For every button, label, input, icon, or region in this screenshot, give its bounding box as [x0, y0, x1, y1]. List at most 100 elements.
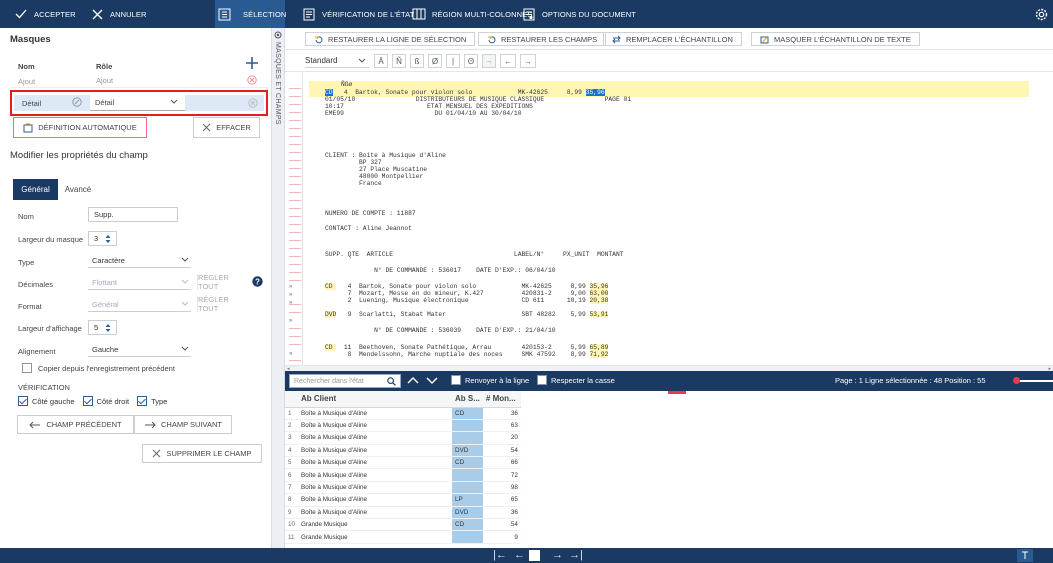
adjust-all-decimals-button[interactable]: RÉGLER TOUT — [197, 273, 249, 291]
match-case-checkbox[interactable]: Respecter la casse — [537, 375, 615, 385]
table-row[interactable]: 9 Boîte à Musique d'Aline DVD 36 — [285, 506, 521, 520]
report-line: 48000 Montpellier — [325, 173, 424, 180]
chevron-down-icon[interactable] — [426, 376, 438, 385]
symbol-button[interactable]: ß — [410, 54, 424, 68]
chevron-up-icon[interactable] — [407, 376, 419, 385]
arrow-right-button[interactable]: → — [520, 54, 536, 68]
multi-column-button[interactable]: RÉGION MULTI-COLONNES — [412, 0, 532, 28]
next-page-icon[interactable]: → — [552, 549, 563, 562]
stepper-arrows-icon[interactable] — [105, 323, 111, 333]
arrow-right-icon — [144, 421, 156, 429]
tab-general[interactable]: Général — [13, 179, 58, 200]
selection-button[interactable]: SÉLECTION — [215, 0, 286, 28]
pin-button[interactable] — [1017, 549, 1033, 562]
table-cell-client: Boîte à Musique d'Aline — [298, 407, 453, 420]
position-slider[interactable] — [1017, 380, 1053, 382]
table-row[interactable]: 7 Boîte à Musique d'Aline 98 — [285, 481, 521, 495]
table-row[interactable]: 8 Boîte à Musique d'Aline LP 65 — [285, 493, 521, 507]
col-client[interactable]: Ab Client — [298, 391, 453, 408]
first-page-icon[interactable]: |← — [493, 549, 507, 562]
report-view[interactable]: » » » » » Ñßø CD 4 Bartok, Sonate pour v… — [285, 72, 1053, 368]
wrap-checkbox[interactable]: Renvoyer à la ligne — [451, 375, 529, 385]
prev-page-icon[interactable]: ← — [514, 549, 525, 562]
accept-button[interactable]: ACCEPTER — [14, 0, 76, 28]
help-icon[interactable]: ? — [252, 276, 263, 287]
masks-fields-vertical-tab[interactable]: MASQUES ET CHAMPS — [271, 28, 285, 548]
table-row[interactable]: 5 Boîte à Musique d'Aline CD 66 — [285, 456, 521, 470]
page-number-input[interactable] — [529, 550, 540, 561]
next-field-button[interactable]: CHAMP SUIVANT — [134, 415, 232, 434]
format-toolbar: Standard Ā Ñ ß Ø | Θ ¬ ← → — [285, 50, 1053, 72]
hide-sample-text-button[interactable]: MASQUER L'ÉCHANTILLON DE TEXTE — [751, 32, 920, 46]
alignment-dropdown[interactable]: Gauche — [88, 342, 191, 357]
decimals-dropdown[interactable]: Flottant — [88, 275, 191, 290]
symbol-button[interactable]: Ā — [374, 54, 388, 68]
right-side-checkbox[interactable] — [82, 396, 93, 406]
symbol-button[interactable]: ¬ — [482, 54, 496, 68]
table-cell-supp — [452, 481, 483, 495]
adjust-all-format-button[interactable]: RÉGLER TOUT — [197, 295, 249, 313]
table-row[interactable]: 2 Boîte à Musique d'Aline 63 — [285, 419, 521, 433]
previous-field-button[interactable]: CHAMP PRÉCÉDENT — [17, 415, 134, 434]
copy-previous-checkbox[interactable]: Copier depuis l'enregistrement précédent — [22, 363, 175, 373]
name-field[interactable]: Supp. — [88, 207, 178, 222]
plus-icon — [246, 57, 258, 69]
settings-button[interactable] — [1034, 0, 1048, 28]
last-page-icon[interactable]: →| — [569, 549, 583, 562]
table-row[interactable]: 1 Boîte à Musique d'Aline CD 36 — [285, 407, 521, 420]
symbol-button[interactable]: Ñ — [392, 54, 406, 68]
cancel-button[interactable]: ANNULER — [90, 0, 147, 28]
restore-fields-button[interactable]: RESTAURER LES CHAMPS — [478, 32, 607, 46]
verify-report-button[interactable]: VÉRIFICATION DE L'ÉTAT — [302, 0, 414, 28]
table-cell-amount: 20 — [482, 431, 521, 445]
slider-handle[interactable] — [1013, 377, 1020, 384]
display-width-stepper[interactable]: 5 — [88, 320, 117, 335]
mask-row[interactable]: Ajout Ajout — [10, 73, 268, 88]
chevron-down-icon — [181, 279, 189, 285]
mask-width-label: Largeur du masque — [18, 235, 84, 244]
clear-button[interactable]: EFFACER — [193, 117, 260, 138]
tab-advanced[interactable]: Avancé — [58, 179, 98, 200]
col-amount[interactable]: # Mon... — [482, 391, 521, 408]
table-cell-n: 5 — [285, 456, 299, 470]
mask-width-stepper[interactable]: 3 — [88, 231, 117, 246]
auto-definition-button[interactable]: DÉFINITION AUTOMATIQUE — [13, 117, 147, 138]
symbol-button[interactable]: | — [446, 54, 460, 68]
check-icon — [14, 7, 28, 21]
restore-selection-line-button[interactable]: RESTAURER LA LIGNE DE SÉLECTION — [305, 32, 476, 46]
arrow-left-button[interactable]: ← — [500, 54, 516, 68]
remove-mask-icon[interactable] — [248, 98, 258, 108]
search-input[interactable]: Rechercher dans l'état — [289, 374, 401, 388]
template-dropdown[interactable]: Standard — [305, 54, 369, 68]
document-options-button[interactable]: OPTIONS DU DOCUMENT — [522, 0, 636, 28]
add-mask-button[interactable] — [245, 56, 259, 70]
search-icon[interactable] — [387, 376, 396, 386]
edit-icon[interactable] — [72, 97, 82, 107]
format-dropdown[interactable]: Général — [88, 297, 191, 312]
report-line: 01/05/10 DISTRIBUTEURS DE MUSIQUE CLASSI… — [325, 96, 632, 103]
table-row[interactable]: 4 Boîte à Musique d'Aline DVD 54 — [285, 444, 521, 458]
remove-mask-icon[interactable] — [247, 75, 257, 85]
symbol-button[interactable]: Θ — [464, 54, 478, 68]
stepper-arrows-icon[interactable] — [105, 234, 111, 244]
type-checkbox[interactable] — [137, 396, 148, 406]
mask-role-dropdown[interactable]: Détail — [90, 95, 185, 111]
checkbox[interactable] — [22, 363, 32, 373]
table-row[interactable]: 3 Boîte à Musique d'Aline 20 — [285, 431, 521, 445]
table-row[interactable]: 11 Grande Musique 9 — [285, 530, 521, 544]
table-cell-n: 9 — [285, 506, 299, 520]
symbol-button[interactable]: Ø — [428, 54, 442, 68]
swap-icon — [612, 35, 621, 44]
table-cell-n: 1 — [285, 407, 299, 420]
table-cell-supp — [452, 431, 483, 445]
table-row[interactable]: 6 Boîte à Musique d'Aline 72 — [285, 468, 521, 482]
replace-sample-button[interactable]: REMPLACER L'ÉCHANTILLON — [603, 32, 742, 46]
left-side-checkbox[interactable] — [18, 396, 28, 406]
chevron-down-icon — [181, 257, 189, 263]
col-supp[interactable]: Ab S... — [452, 391, 483, 408]
table-row[interactable]: 10 Grande Musique CD 54 — [285, 518, 521, 532]
type-dropdown[interactable]: Caractère — [88, 253, 191, 268]
delete-field-button[interactable]: SUPPRIMER LE CHAMP — [142, 444, 262, 463]
document-options-icon — [522, 7, 536, 21]
mask-row-selected[interactable]: Détail Détail — [10, 90, 268, 116]
